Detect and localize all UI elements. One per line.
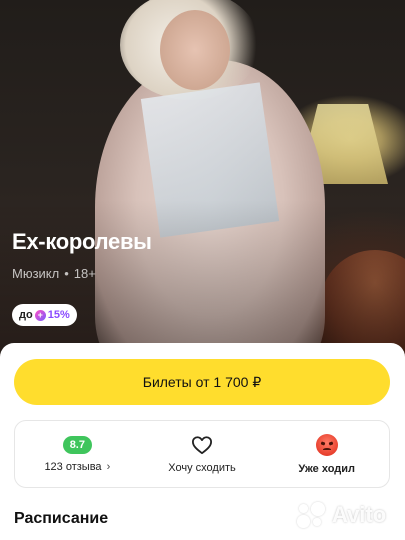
buy-tickets-button[interactable]: Билеты от 1 700 ₽ xyxy=(14,359,390,405)
reviews-count: 123 отзыва xyxy=(44,460,102,473)
promo-badge[interactable]: до + 15% xyxy=(12,304,77,326)
reviews-link[interactable]: 123 отзыва › xyxy=(44,461,110,473)
avito-logo-icon xyxy=(297,502,327,528)
event-meta: Мюзикл • 18+ xyxy=(12,266,96,281)
angry-face-icon xyxy=(315,433,338,456)
already-went-label: Уже ходил xyxy=(298,462,356,475)
event-title: Ex-королевы xyxy=(12,229,152,254)
avito-watermark: Avito xyxy=(297,500,386,530)
heart-icon xyxy=(191,435,213,455)
want-to-go-label: Хочу сходить xyxy=(168,461,236,474)
meta-separator: • xyxy=(64,266,69,281)
promo-value: 15% xyxy=(47,309,70,321)
rating-badge: 8.7 xyxy=(62,435,92,454)
performer-face xyxy=(160,10,230,90)
schedule-heading: Расписание xyxy=(14,510,109,527)
promo-prefix: до xyxy=(19,309,33,321)
watermark-text: Avito xyxy=(332,502,387,527)
chevron-right-icon: › xyxy=(106,460,111,473)
plus-icon: + xyxy=(34,309,46,321)
age-rating: 18+ xyxy=(73,266,96,281)
already-went-button[interactable]: Уже ходил xyxy=(264,421,389,487)
event-genre: Мюзикл xyxy=(12,266,60,281)
want-to-go-button[interactable]: Хочу сходить xyxy=(140,421,265,487)
reviews-stat[interactable]: 8.7 123 отзыва › xyxy=(15,421,140,487)
stats-panel: 8.7 123 отзыва › Хочу сходить Уже ходил xyxy=(14,420,390,488)
